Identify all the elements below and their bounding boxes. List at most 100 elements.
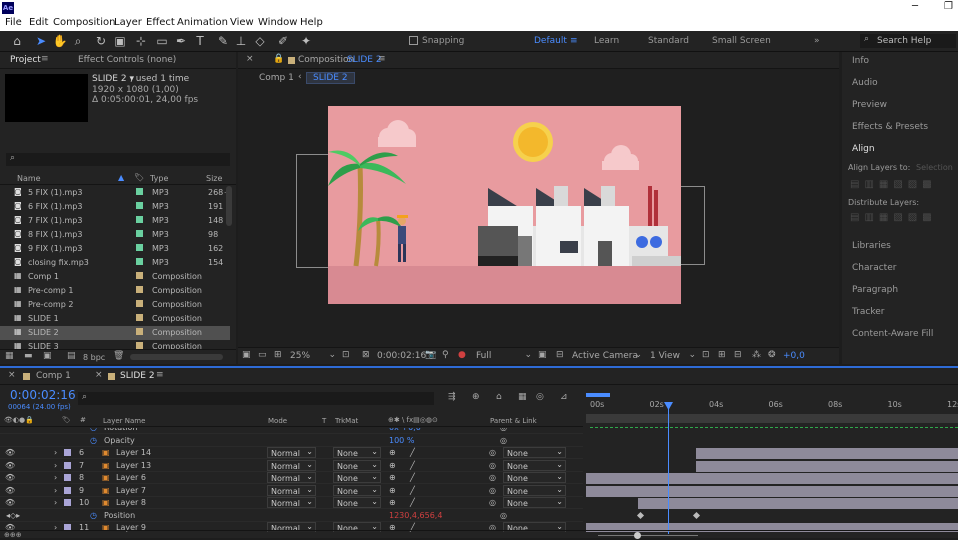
shy-switch-icon[interactable]: ⊕ [389, 498, 396, 507]
zoom-dropdown[interactable]: 25% ⌄ [290, 350, 336, 362]
snapshot-region-icon[interactable]: ▣ [242, 350, 251, 360]
pick-whip-icon[interactable]: ◎ [489, 448, 496, 457]
draft-3d-toggle-icon[interactable]: ⊕ [472, 392, 480, 402]
camera-snapshot-icon[interactable]: 📷 [425, 350, 436, 360]
property-row[interactable]: ◷ Opacity 100 % ◎ [0, 435, 583, 447]
selection-tool-icon[interactable]: ➤ [33, 33, 49, 49]
expand-arrow-icon[interactable]: › [54, 473, 57, 482]
frame-blending-icon[interactable]: ▦ [518, 392, 527, 402]
tab-timeline-slide2[interactable]: SLIDE 2 [120, 371, 155, 381]
project-list-item[interactable]: ▦ SLIDE 3 Composition [0, 340, 230, 349]
label-column-icon[interactable]: 🏷 [134, 173, 144, 182]
project-scrollbar[interactable] [226, 186, 232, 226]
menu-view[interactable]: View [230, 17, 254, 28]
label-swatch[interactable] [136, 244, 143, 251]
stopwatch-icon[interactable]: ◷ [90, 436, 97, 445]
stopwatch-icon[interactable]: ◷ [90, 511, 97, 520]
timeline-timecode[interactable]: 0:00:02:16 [10, 388, 76, 402]
menu-effect[interactable]: Effect [146, 17, 175, 28]
project-list-item[interactable]: ◙ closing fix.mp3 MP3 154 [0, 256, 230, 270]
home-icon[interactable]: ⌂ [9, 33, 25, 49]
label-swatch[interactable] [136, 258, 143, 265]
project-list-item[interactable]: ▦ SLIDE 2 Composition [0, 326, 230, 340]
label-swatch[interactable] [136, 202, 143, 209]
zoom-slider[interactable] [598, 532, 698, 539]
parent-dropdown[interactable]: None ⌄ [503, 472, 566, 483]
selected-item-name[interactable]: SLIDE 2 ▾ [92, 74, 134, 84]
tab-composition-active[interactable]: SLIDE 2 [347, 55, 382, 65]
interpret-footage-icon[interactable]: ▦ [5, 351, 14, 361]
column-layer-name[interactable]: Layer Name [103, 417, 145, 425]
puppet-tool-icon[interactable]: ✦ [298, 33, 314, 49]
more-workspaces-icon[interactable]: » [814, 36, 820, 46]
align-to-dropdown[interactable]: Selection [916, 163, 953, 172]
project-menu-icon[interactable]: ≡ [41, 54, 49, 64]
shy-switch-icon[interactable]: ⊕ [389, 486, 396, 495]
pick-whip-icon[interactable]: ◎ [489, 461, 496, 470]
label-swatch[interactable] [136, 272, 143, 279]
resolution-dropdown[interactable]: Full ⌄ [476, 350, 532, 362]
label-swatch[interactable] [136, 314, 143, 321]
expand-arrow-icon[interactable]: › [54, 448, 57, 457]
expand-arrow-icon[interactable]: › [54, 461, 57, 470]
label-swatch[interactable] [136, 286, 143, 293]
grid-icon[interactable]: ⊠ [362, 350, 370, 360]
column-name[interactable]: Name [17, 174, 41, 183]
pick-whip-icon[interactable]: ◎ [489, 473, 496, 482]
label-swatch[interactable] [64, 461, 71, 469]
motion-blur-icon[interactable]: ⁂ [752, 350, 761, 360]
close-tab-icon[interactable]: × [8, 370, 16, 380]
panel-preview[interactable]: Preview [852, 100, 887, 110]
panel-effects-presets[interactable]: Effects & Presets [852, 122, 928, 132]
property-row[interactable]: ◷ Position 1230,4,656,4 ◎ ◂◇▸ [0, 510, 583, 522]
keyframe-icon[interactable] [692, 511, 701, 519]
close-tab-icon[interactable]: × [95, 370, 103, 380]
workspace-default[interactable]: Default [534, 36, 567, 46]
adjust-icon[interactable]: ▤ [67, 351, 76, 361]
label-swatch[interactable] [136, 328, 143, 335]
composition-mini-flowchart-icon[interactable]: ⇶ [448, 392, 456, 402]
maximize-button[interactable]: ❐ [944, 1, 953, 12]
toggle-pixel-icon[interactable]: ⊡ [702, 350, 710, 360]
label-swatch[interactable] [136, 216, 143, 223]
close-tab-icon[interactable]: × [246, 54, 254, 64]
eraser-tool-icon[interactable]: ◇ [252, 33, 268, 49]
pick-whip-icon[interactable]: ◎ [489, 498, 496, 507]
workspace-standard[interactable]: Standard [648, 36, 689, 46]
mode-dropdown[interactable]: Normal ⌄ [267, 497, 316, 508]
visibility-eye-icon[interactable]: 👁 [5, 498, 15, 507]
mode-dropdown[interactable]: Normal ⌄ [267, 484, 316, 496]
camera-dropdown[interactable]: Active Camera ⌄ [572, 350, 642, 362]
workspace-menu-icon[interactable]: ≡ [570, 36, 578, 46]
column-parent-link[interactable]: Parent & Link [490, 417, 537, 425]
panel-paragraph[interactable]: Paragraph [852, 285, 898, 295]
minimize-button[interactable]: ─ [912, 1, 918, 12]
mode-dropdown[interactable]: Normal ⌄ [267, 459, 316, 471]
timeline-search-input[interactable]: ⌕ [78, 392, 434, 405]
playhead[interactable] [664, 402, 673, 534]
pick-whip-icon[interactable]: ◎ [500, 511, 507, 520]
layer-duration-bar[interactable] [696, 460, 958, 472]
breadcrumb-slide2[interactable]: SLIDE 2 [306, 72, 355, 84]
quality-switch-icon[interactable]: ╱ [410, 498, 415, 507]
pick-whip-icon[interactable]: ◎ [500, 436, 507, 445]
shy-switch-icon[interactable]: ⊕ [389, 448, 396, 457]
time-navigator[interactable] [586, 390, 958, 400]
parent-dropdown[interactable]: None ⌄ [503, 497, 566, 508]
panel-audio[interactable]: Audio [852, 78, 878, 88]
work-area-bar[interactable] [586, 415, 958, 423]
menu-animation[interactable]: Animation [177, 17, 228, 28]
snapping-checkbox[interactable] [409, 36, 418, 45]
project-list-item[interactable]: ▦ Pre-comp 1 Composition [0, 284, 230, 298]
visibility-eye-icon[interactable]: 👁 [5, 473, 15, 482]
project-list-item[interactable]: ◙ 5 FIX (1).mp3 MP3 268 [0, 186, 230, 200]
shy-switch-icon[interactable]: ⊕ [389, 473, 396, 482]
tab-composition-label[interactable]: Composition [298, 55, 354, 65]
navigator-range[interactable] [586, 393, 610, 397]
exposure-value[interactable]: +0,0 [783, 351, 805, 361]
3d-view-icon[interactable]: ⊟ [556, 350, 564, 360]
time-ruler[interactable]: 00s 02s 04s 06s 08s 10s 12s [586, 400, 958, 415]
pan-behind-tool-icon[interactable]: ⊹ [133, 33, 149, 49]
pick-whip-icon[interactable]: ◎ [489, 486, 496, 495]
column-size[interactable]: Size [206, 174, 222, 183]
